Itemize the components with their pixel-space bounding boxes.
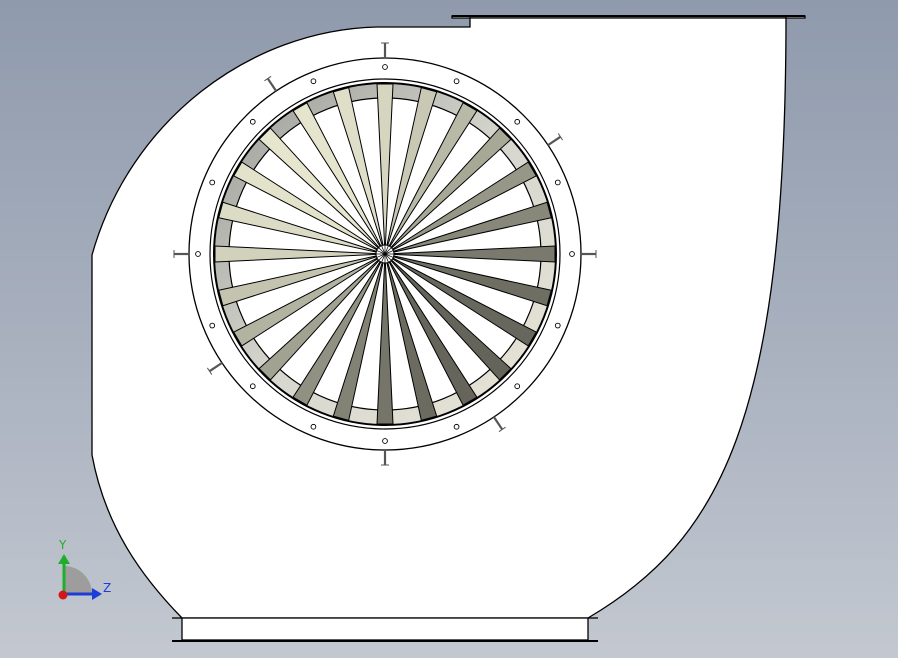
bolt-hole [382,64,388,70]
fan-base-plate [181,617,589,641]
bolt-hole [453,78,460,85]
triad-plane-wedge [64,566,92,594]
bolt-hole [310,78,317,85]
bolt-hole [209,322,216,329]
bolt-hole [514,383,521,390]
bolt-hole [569,251,575,257]
triad-z-arrowhead [92,588,102,600]
triad-x-axis-dot [58,590,68,600]
bolt-hole [195,251,201,257]
fan-model-drawing[interactable] [0,0,898,658]
hub-spokes [376,245,394,263]
bolt-hole [514,118,521,125]
cad-viewport[interactable]: Y Z [0,0,898,658]
triad-y-label: Y [59,538,67,552]
bolt-hole [554,179,561,186]
bolt-hole [310,423,317,430]
triad-y-arrowhead [58,554,70,564]
bolt-hole [249,383,256,390]
bolt-hole [382,438,388,444]
bolt-hole [249,118,256,125]
bolt-hole [554,322,561,329]
bolt-hole [453,423,460,430]
triad-z-label: Z [103,581,112,595]
view-orientation-triad[interactable] [58,554,102,600]
bolt-hole [209,179,216,186]
